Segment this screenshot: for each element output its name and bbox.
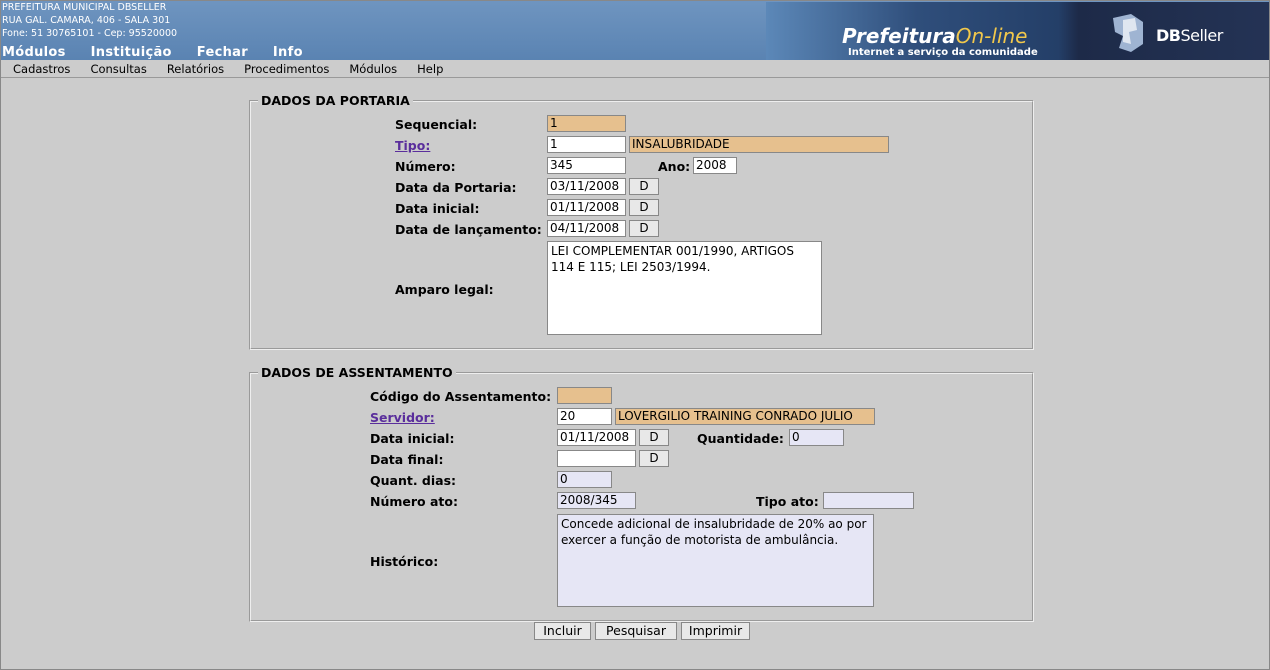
historico-label: Histórico: <box>370 554 439 569</box>
app-header: PREFEITURA MUNICIPAL DBSELLER RUA GAL. C… <box>0 0 1270 60</box>
quantidade-field[interactable]: 0 <box>789 429 844 446</box>
codigo-field[interactable] <box>557 387 612 404</box>
banner-prefeitura: Prefeitura <box>842 24 956 48</box>
ass-data-inicial-date-button[interactable]: D <box>639 429 669 446</box>
quant-dias-field[interactable]: 0 <box>557 471 612 488</box>
data-inicial-date-button[interactable]: D <box>629 199 659 216</box>
menu-help[interactable]: Help <box>417 60 443 77</box>
ass-data-inicial-label: Data inicial: <box>370 431 455 446</box>
dbseller-logo-icon <box>1113 14 1143 52</box>
amparo-label: Amparo legal: <box>395 282 494 297</box>
menu-cadastros[interactable]: Cadastros <box>13 60 70 77</box>
servidor-name-field[interactable]: LOVERGILIO TRAINING CONRADO JULIO <box>615 408 875 425</box>
data-inicial-field[interactable]: 01/11/2008 <box>547 199 626 216</box>
data-inicial-label: Data inicial: <box>395 201 480 216</box>
data-portaria-date-button[interactable]: D <box>629 178 659 195</box>
servidor-code-field[interactable]: 20 <box>557 408 612 425</box>
numero-ato-label: Número ato: <box>370 494 458 509</box>
data-lancamento-label: Data de lançamento: <box>395 222 542 237</box>
codigo-label: Código do Assentamento: <box>370 389 552 404</box>
org-contact: Fone: 51 30765101 - Cep: 95520000 <box>2 28 178 39</box>
ass-data-inicial-field[interactable]: 01/11/2008 <box>557 429 636 446</box>
tipo-desc-field[interactable]: INSALUBRIDADE <box>629 136 889 153</box>
menu-modulos[interactable]: Módulos <box>349 60 397 77</box>
banner-seller: Seller <box>1180 26 1223 45</box>
banner-db: DB <box>1156 26 1181 45</box>
org-address: RUA GAL. CAMARA, 406 - SALA 301 <box>2 15 171 26</box>
pesquisar-button[interactable]: Pesquisar <box>595 622 677 640</box>
data-lancamento-field[interactable]: 04/11/2008 <box>547 220 626 237</box>
top-menu: Módulos Instituição Fechar Info <box>2 45 328 60</box>
numero-ato-field[interactable]: 2008/345 <box>557 492 636 509</box>
banner-online: On-line <box>955 24 1028 48</box>
tipo-ato-field[interactable] <box>823 492 914 509</box>
imprimir-button[interactable]: Imprimir <box>681 622 750 640</box>
menu-consultas[interactable]: Consultas <box>90 60 146 77</box>
menu-procedimentos[interactable]: Procedimentos <box>244 60 329 77</box>
tipo-code-field[interactable]: 1 <box>547 136 626 153</box>
sequencial-label: Sequencial: <box>395 117 478 132</box>
incluir-button[interactable]: Incluir <box>534 622 591 640</box>
banner-dbseller: DBSeller <box>1156 26 1223 45</box>
org-info: PREFEITURA MUNICIPAL DBSELLER RUA GAL. C… <box>2 1 177 40</box>
top-menu-instituicao[interactable]: Instituição <box>91 45 172 60</box>
sub-menu: Cadastros Consultas Relatórios Procedime… <box>0 60 1270 78</box>
banner-title: PrefeituraOn-line <box>842 24 1027 48</box>
sequencial-field[interactable]: 1 <box>547 115 626 132</box>
org-name: PREFEITURA MUNICIPAL DBSELLER <box>2 2 167 13</box>
data-final-date-button[interactable]: D <box>639 450 669 467</box>
top-menu-modulos[interactable]: Módulos <box>2 45 66 60</box>
data-portaria-field[interactable]: 03/11/2008 <box>547 178 626 195</box>
data-final-label: Data final: <box>370 452 444 467</box>
numero-field[interactable]: 345 <box>547 157 626 174</box>
ano-field[interactable]: 2008 <box>693 157 737 174</box>
quant-dias-label: Quant. dias: <box>370 473 457 488</box>
assentamento-legend: DADOS DE ASSENTAMENTO <box>258 365 456 380</box>
menu-relatorios[interactable]: Relatórios <box>167 60 224 77</box>
amparo-textarea[interactable]: LEI COMPLEMENTAR 001/1990, ARTIGOS 114 E… <box>547 241 822 335</box>
data-portaria-label: Data da Portaria: <box>395 180 517 195</box>
banner: PrefeituraOn-line Internet a serviço da … <box>766 2 1270 60</box>
ano-label: Ano: <box>658 159 691 174</box>
top-menu-info[interactable]: Info <box>273 45 303 60</box>
tipo-link[interactable]: Tipo: <box>395 138 430 153</box>
servidor-link[interactable]: Servidor: <box>370 410 435 425</box>
portaria-legend: DADOS DA PORTARIA <box>258 93 413 108</box>
quantidade-label: Quantidade: <box>697 431 784 446</box>
banner-tagline: Internet a serviço da comunidade <box>848 47 1038 58</box>
numero-label: Número: <box>395 159 456 174</box>
tipo-ato-label: Tipo ato: <box>756 494 819 509</box>
historico-textarea[interactable]: Concede adicional de insalubridade de 20… <box>557 514 874 607</box>
top-menu-fechar[interactable]: Fechar <box>197 45 248 60</box>
data-final-field[interactable] <box>557 450 636 467</box>
data-lancamento-date-button[interactable]: D <box>629 220 659 237</box>
